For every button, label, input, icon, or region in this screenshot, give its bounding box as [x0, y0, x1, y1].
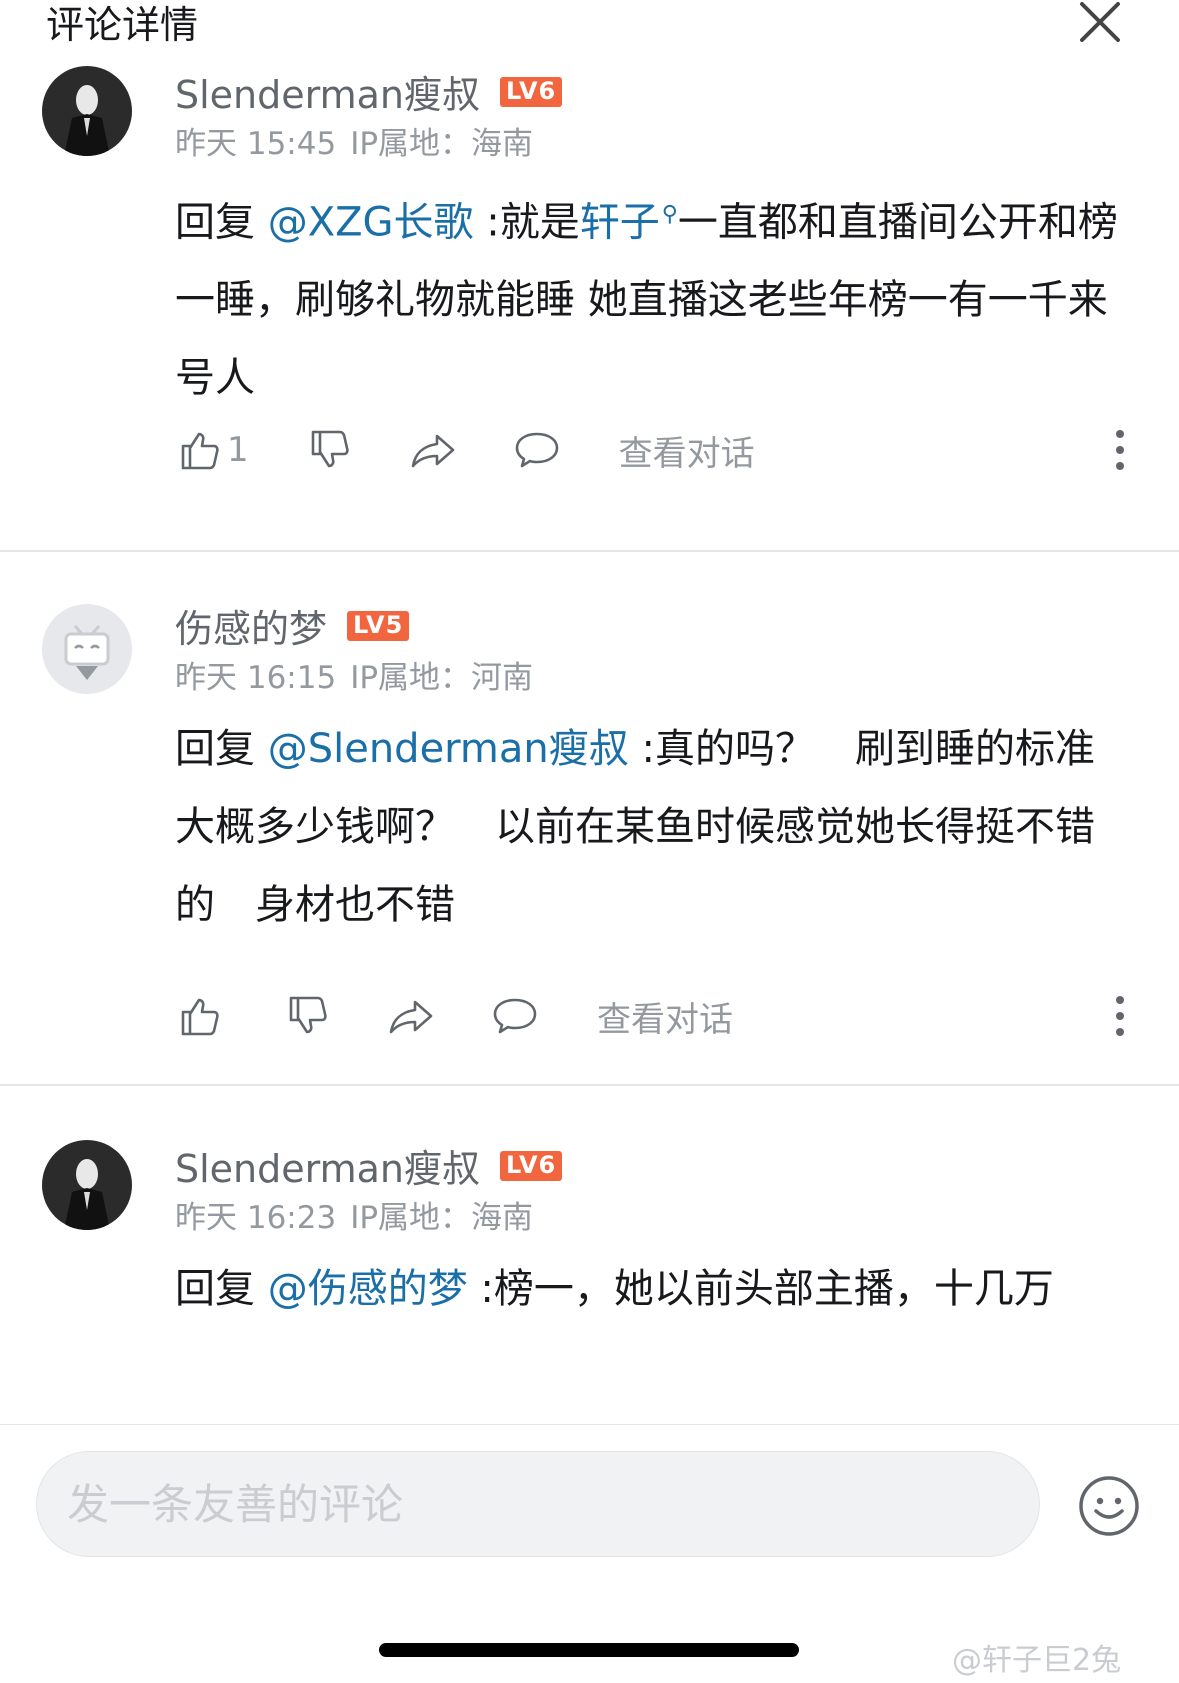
mention-link[interactable]: @Slenderman瘦叔	[268, 726, 629, 772]
level-badge: LV6	[499, 76, 563, 107]
reply-button[interactable]	[513, 426, 561, 474]
username[interactable]: 伤感的梦 LV5	[175, 598, 410, 653]
home-indicator	[379, 1643, 799, 1657]
mention-link[interactable]: @伤感的梦	[268, 1266, 468, 1312]
divider	[0, 550, 1179, 552]
thumbs-up-icon	[181, 998, 219, 1036]
watermark: @轩子巨2兔	[952, 1643, 1122, 1678]
like-count: 1	[227, 430, 249, 470]
action-bar: 查看对话	[175, 986, 1135, 1046]
username[interactable]: Slenderman瘦叔 LV6	[175, 1138, 563, 1193]
comment-text: 回复 @Slenderman瘦叔 :真的吗？ 刷到睡的标准大概多少钱啊？ 以前在…	[175, 726, 1095, 928]
emoji-icon[interactable]	[1078, 1475, 1140, 1537]
avatar[interactable]	[42, 66, 132, 156]
share-icon	[389, 1000, 433, 1034]
divider	[0, 1084, 1179, 1086]
view-conversation-link[interactable]: 查看对话	[619, 426, 755, 475]
comment-text: 回复 @XZG长歌 :就是轩子⚲一直都和直播间公开和榜一睡，刷够礼物就能睡 她直…	[175, 176, 1130, 417]
ip-location: IP属地：河南	[350, 660, 534, 696]
thumbs-up-icon	[181, 432, 219, 470]
comment-bubble-icon	[493, 998, 537, 1034]
view-conversation-link[interactable]: 查看对话	[597, 992, 733, 1041]
comment-meta: 昨天 16:23 IP属地：海南	[175, 1192, 533, 1237]
comment-time: 昨天 16:15	[175, 660, 337, 696]
comment-bubble-icon	[515, 432, 558, 468]
action-bar: 1 查看对话	[175, 420, 1135, 480]
mention-link[interactable]: @XZG长歌	[268, 199, 474, 245]
keyword-link[interactable]: 轩子	[580, 199, 660, 245]
more-options-icon[interactable]	[1105, 420, 1135, 480]
more-options-icon[interactable]	[1105, 986, 1135, 1046]
close-icon[interactable]	[1078, 0, 1122, 44]
comment-time: 昨天 16:23	[175, 1200, 337, 1236]
comment-text: 回复 @伤感的梦 :榜一，她以前头部主播，十几万	[175, 1266, 1054, 1312]
comment-meta: 昨天 15:45 IP属地：海南	[175, 118, 533, 163]
comment-meta: 昨天 16:15 IP属地：河南	[175, 652, 533, 697]
ip-location: IP属地：海南	[350, 1200, 534, 1236]
dislike-button[interactable]	[305, 426, 353, 474]
share-icon	[411, 434, 454, 468]
search-icon: ⚲	[661, 202, 678, 227]
level-badge: LV5	[347, 610, 410, 641]
reply-button[interactable]	[491, 992, 539, 1040]
avatar[interactable]	[42, 1140, 132, 1230]
level-badge: LV6	[499, 1150, 563, 1181]
avatar[interactable]	[42, 604, 132, 694]
ip-location: IP属地：海南	[350, 126, 534, 162]
thumbs-down-icon	[289, 996, 327, 1034]
comment-composer-bar: @轩子巨2兔	[0, 1424, 1179, 1683]
share-button[interactable]	[409, 426, 457, 474]
like-button[interactable]	[175, 992, 227, 1040]
comment-input[interactable]	[37, 1452, 1039, 1556]
dislike-button[interactable]	[283, 992, 331, 1040]
top-bar: 评论详情	[0, 0, 1179, 50]
thumbs-down-icon	[311, 430, 349, 468]
username[interactable]: Slenderman瘦叔 LV6	[175, 64, 563, 119]
like-button[interactable]: 1	[175, 426, 249, 474]
page-title: 评论详情	[46, 3, 199, 47]
comment-time: 昨天 15:45	[175, 126, 337, 162]
comment-input-wrapper	[36, 1451, 1040, 1557]
share-button[interactable]	[387, 992, 435, 1040]
